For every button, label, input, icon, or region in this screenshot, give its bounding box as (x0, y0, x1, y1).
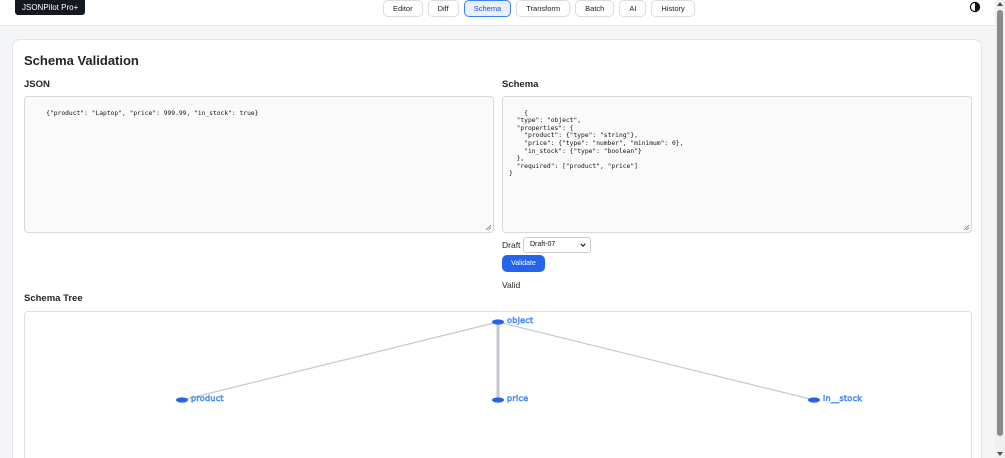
schema-tree: object product price in__stock (24, 311, 972, 458)
schema-validation-card: Schema Validation JSON {"product": "Lapt… (12, 39, 982, 458)
schema-input[interactable]: { "type": "object", "properties": { "pro… (502, 96, 972, 233)
edge-object-in-stock (497, 321, 815, 401)
tree-node-label-price: price (507, 394, 529, 404)
validate-button[interactable]: Validate (502, 255, 545, 272)
schema-tree-label: Schema Tree (24, 293, 83, 304)
contrast-icon[interactable] (969, 1, 981, 13)
schema-tree-graph (176, 319, 820, 403)
schema-label: Schema (502, 79, 539, 90)
main-tabs: Editor Diff Schema Transform Batch AI Hi… (383, 0, 695, 17)
tab-diff[interactable]: Diff (427, 0, 459, 17)
scroll-down-icon[interactable] (997, 452, 1003, 456)
draft-select-value: Draft-07 (530, 241, 556, 248)
tree-node-product (176, 397, 188, 403)
resize-grip-icon[interactable] (486, 225, 491, 230)
json-input[interactable]: {"product": "Laptop", "price": 999.99, "… (24, 96, 494, 233)
edge-object-product (181, 321, 499, 401)
tab-history[interactable]: History (651, 0, 695, 17)
tree-node-in-stock (808, 397, 820, 403)
tab-editor[interactable]: Editor (383, 0, 423, 17)
tab-transform[interactable]: Transform (516, 0, 571, 17)
schema-input-text: { "type": "object", "properties": { "pro… (509, 109, 684, 178)
draft-label: Draft (502, 240, 521, 250)
resize-grip-icon[interactable] (964, 225, 969, 230)
tree-node-object (492, 319, 504, 325)
tree-node-label-in-stock: in__stock (823, 394, 863, 404)
json-input-text: {"product": "Laptop", "price": 999.99, "… (46, 109, 259, 117)
scroll-thumb[interactable] (997, 10, 1003, 436)
top-bar: JSONPilot Pro+ Editor Diff Schema Transf… (0, 0, 995, 26)
json-label: JSON (24, 79, 50, 90)
tree-node-label-product: product (191, 394, 224, 404)
tree-node-price (492, 397, 504, 403)
tab-schema[interactable]: Schema (463, 0, 512, 17)
tab-ai[interactable]: AI (619, 0, 647, 17)
chevron-down-icon (580, 243, 586, 248)
scroll-up-icon[interactable] (997, 2, 1003, 6)
draft-select[interactable]: Draft-07 (523, 237, 591, 253)
tree-node-label-object: object (507, 316, 534, 326)
page-scrollbar[interactable] (995, 0, 1005, 458)
page-title: Schema Validation (24, 53, 139, 68)
validation-status: Valid (502, 280, 521, 290)
tab-batch[interactable]: Batch (575, 0, 615, 17)
brand-logo[interactable]: JSONPilot Pro+ (15, 0, 86, 15)
